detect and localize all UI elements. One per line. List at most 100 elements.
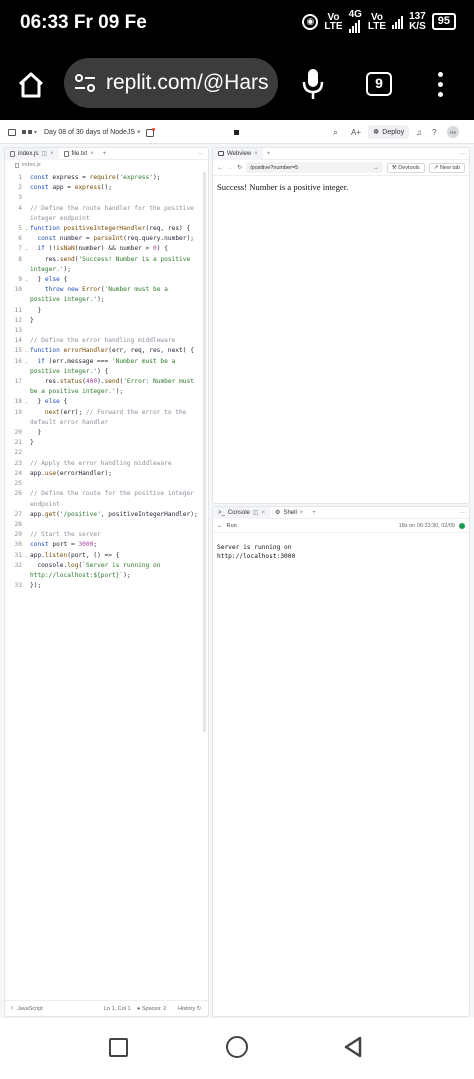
recent-apps-button[interactable] (109, 1038, 128, 1057)
add-tab-icon[interactable]: + (263, 151, 275, 157)
cursor-position[interactable]: Ln 1, Col 1 (104, 1006, 131, 1012)
line-number: 16 (14, 357, 22, 365)
code-line[interactable]: 32 console.log(`Server is running on htt… (5, 561, 208, 581)
avatar[interactable]: HS (447, 126, 459, 138)
code-line[interactable]: 3 (5, 193, 208, 203)
back-arrow-icon[interactable]: ← (217, 165, 223, 171)
more-options-icon[interactable]: ··· (459, 151, 465, 157)
line-number: 7 (18, 245, 22, 253)
code-line[interactable]: 11 } (5, 306, 208, 316)
replit-logo-icon[interactable]: ▾ (22, 120, 37, 144)
tab-switcher-button[interactable]: 9 (366, 72, 392, 96)
split-icon[interactable]: ◫ (41, 150, 47, 157)
new-tab-button[interactable]: ↗ New tab (428, 162, 465, 173)
search-icon[interactable]: ⌕ (333, 120, 338, 144)
home-button[interactable] (226, 1036, 248, 1058)
code-line[interactable]: 7 ⌄ if (!isNaN(number) && number > 0) { (5, 244, 208, 254)
file-icon (10, 150, 15, 157)
code-line[interactable]: 5 ⌄ function positiveIntegerHandler(req, r… (5, 224, 208, 234)
close-icon[interactable]: × (90, 151, 94, 157)
help-icon[interactable]: ? (432, 120, 436, 144)
status-indicators: ◉ Vo LTE 4G Vo LTE 137 K/S 95 (302, 10, 456, 33)
code-line[interactable]: 16 ⌄ if (err.message === 'Number must be … (5, 357, 208, 377)
devtools-button[interactable]: ⚒ Devtools (386, 162, 425, 173)
browser-menu-icon[interactable] (434, 70, 446, 100)
reload-icon[interactable]: ↻ (237, 164, 242, 171)
code-line[interactable]: 21} (5, 438, 208, 448)
code-line[interactable]: 18 ⌄ } else { (5, 397, 208, 407)
line-number: 11 (14, 306, 22, 314)
code-area[interactable]: 1 const express = require('express'); 2 con… (5, 170, 208, 591)
code-line[interactable]: 13 (5, 326, 208, 336)
close-icon[interactable]: × (300, 510, 304, 516)
project-status-icon[interactable] (146, 120, 155, 144)
editor-scrollbar[interactable] (203, 172, 206, 732)
code-line[interactable]: 14 // Define the error handling middlewar… (5, 336, 208, 346)
code-line[interactable]: 23 // Apply the error handling middleware (5, 459, 208, 469)
code-line[interactable]: 22 (5, 448, 208, 458)
code-line[interactable]: 15 ⌄ function errorHandler(err, req, res, … (5, 346, 208, 356)
close-icon[interactable]: × (254, 151, 258, 157)
code-line[interactable]: 31 ⌄ app.listen(port, () => { (5, 551, 208, 561)
tab-file-txt[interactable]: file.txt × (59, 148, 99, 160)
code-line[interactable]: 9 ⌄ } else { (5, 275, 208, 285)
sidebar-toggle-icon[interactable] (8, 120, 17, 144)
project-title[interactable]: Day 08 of 30 days of NodeJS ▾ (44, 120, 141, 144)
code-line[interactable]: 10 throw new Error('Number must be a pos… (5, 285, 208, 305)
microphone-icon[interactable] (302, 68, 324, 100)
code-line[interactable]: 28 (5, 520, 208, 530)
code-line[interactable]: 8 res.send('Success! Number is a positiv… (5, 255, 208, 275)
monitor-icon (218, 151, 224, 156)
stop-button[interactable] (234, 120, 239, 144)
android-nav-bar (0, 1018, 474, 1079)
add-tab-icon[interactable]: + (99, 151, 111, 157)
code-line[interactable]: 20 } (5, 428, 208, 438)
signal-bars-icon-2 (392, 15, 404, 29)
more-options-icon[interactable]: ··· (198, 151, 204, 157)
code-text: app.listen(port, () => { (30, 551, 120, 559)
tab-index-js[interactable]: index.js ◫ × (5, 148, 59, 160)
address-bar[interactable]: replit.com/@Hars (64, 58, 278, 108)
language-indicator[interactable]: ☿ JavaScript (10, 1006, 43, 1012)
tab-shell[interactable]: ⚙ Shell × (270, 507, 308, 519)
network-speed: 137 K/S (409, 10, 426, 32)
code-line[interactable]: 1 const express = require('express'); (5, 173, 208, 183)
more-options-icon[interactable]: ··· (459, 510, 465, 516)
code-line[interactable]: 19 next(err); // Forward the error to th… (5, 408, 208, 428)
home-icon[interactable] (16, 70, 46, 100)
indent-setting[interactable]: ● Spaces: 2 (137, 1006, 166, 1012)
run-label[interactable]: Run (227, 523, 237, 529)
split-icon[interactable]: ◫ (253, 509, 259, 516)
code-line[interactable]: 26 // Define the route for the positive i… (5, 489, 208, 509)
chevron-down-icon[interactable]: ⌄ (217, 523, 222, 529)
code-line[interactable]: 6 const number = parseInt(req.query.numb… (5, 234, 208, 244)
history-button[interactable]: History ↻ (178, 1006, 201, 1012)
webview-url-input[interactable]: /positive?number=5 → (246, 162, 383, 173)
back-button[interactable] (343, 1036, 363, 1058)
code-line[interactable]: 27 app.get('/positive', positiveIntegerHa… (5, 510, 208, 520)
code-line[interactable]: 24 app.use(errorHandler); (5, 469, 208, 479)
code-line[interactable]: 2 const app = express(); (5, 183, 208, 193)
go-arrow-icon[interactable]: → (373, 165, 379, 171)
code-line[interactable]: 30 const port = 3000; (5, 540, 208, 550)
add-tab-icon[interactable]: + (308, 510, 320, 516)
close-icon[interactable]: × (50, 151, 54, 157)
close-icon[interactable]: × (262, 510, 266, 516)
code-line[interactable]: 25 (5, 479, 208, 489)
line-number: 2 (18, 184, 22, 192)
code-line[interactable]: 12} (5, 316, 208, 326)
code-line[interactable]: 4 // Define the route handler for the pos… (5, 204, 208, 224)
code-line[interactable]: 33}); (5, 581, 208, 591)
tab-webview[interactable]: Webview × (213, 148, 263, 160)
invite-user-icon[interactable]: A+ (351, 120, 361, 144)
code-line[interactable]: 17 res.status(400).send('Error: Number m… (5, 377, 208, 397)
deploy-button[interactable]: ☸ Deploy (368, 125, 410, 139)
site-settings-icon[interactable] (74, 73, 96, 93)
forward-arrow-icon[interactable]: → (227, 165, 233, 171)
tab-console[interactable]: >_ Console ◫ × (213, 507, 271, 519)
code-line[interactable]: 29 // Start the server (5, 530, 208, 540)
notifications-icon[interactable]: ♫ (416, 120, 422, 144)
